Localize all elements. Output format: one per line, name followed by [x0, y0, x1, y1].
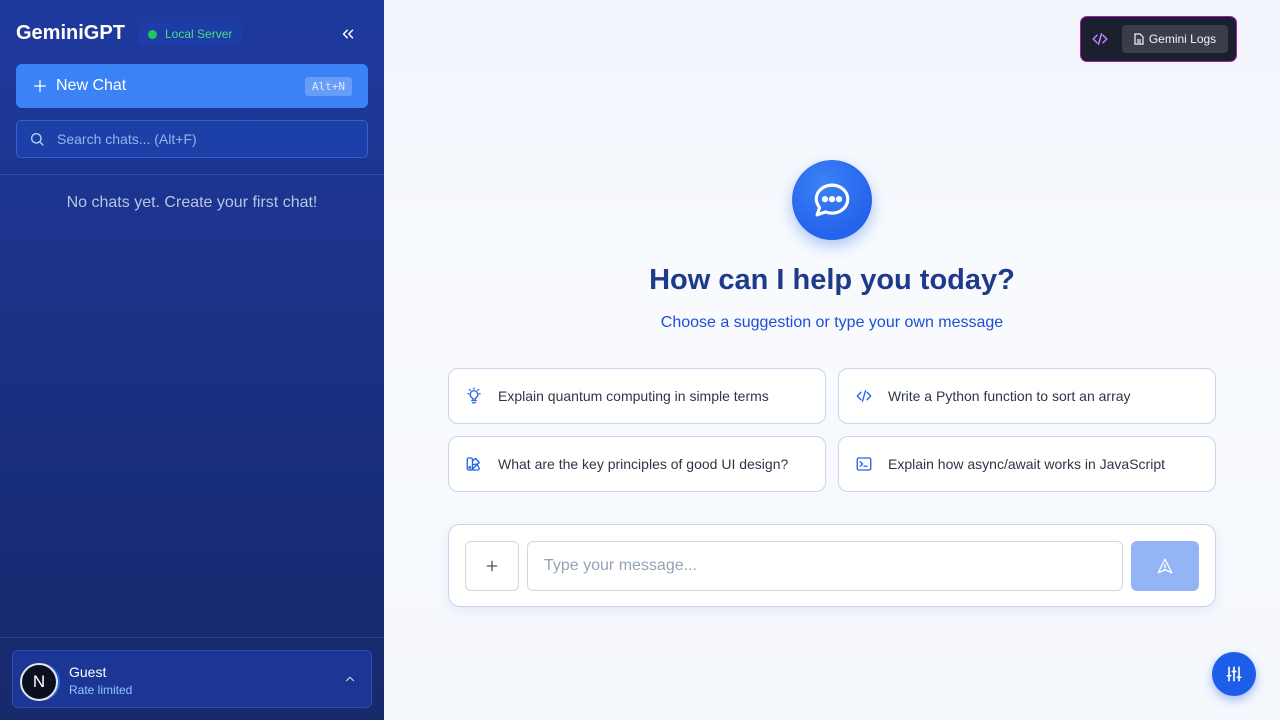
new-chat-label: New Chat	[56, 77, 127, 94]
status-dot-icon	[148, 29, 157, 39]
main-area: Gemini Logs How can I help you today? Ch…	[384, 0, 1280, 720]
settings-button[interactable]	[1212, 652, 1256, 696]
message-composer	[448, 524, 1216, 607]
send-button[interactable]	[1131, 541, 1199, 591]
sidebar-divider	[0, 174, 384, 175]
page-title: How can I help you today?	[649, 264, 1015, 296]
sidebar-footer-divider	[0, 637, 384, 638]
gemini-logs-button[interactable]: Gemini Logs	[1122, 25, 1228, 53]
lightbulb-icon	[465, 387, 483, 405]
suggestion-card[interactable]: Explain quantum computing in simple term…	[448, 368, 826, 424]
message-input[interactable]	[527, 541, 1123, 591]
user-profile-menu[interactable]: N Guest Rate limited	[12, 650, 372, 708]
suggestion-text: What are the key principles of good UI d…	[498, 456, 789, 472]
sliders-icon	[1226, 666, 1242, 682]
collapse-sidebar-button[interactable]	[334, 20, 362, 48]
dev-toolbar: Gemini Logs	[1080, 16, 1237, 62]
plus-icon	[486, 560, 498, 572]
document-icon	[1134, 33, 1144, 45]
attach-button[interactable]	[465, 541, 519, 591]
page-subtitle: Choose a suggestion or type your own mes…	[660, 314, 1004, 331]
search-icon	[29, 131, 45, 147]
suggestion-card[interactable]: Write a Python function to sort an array	[838, 368, 1216, 424]
sidebar-header: GeminiGPT Local Server	[16, 20, 368, 48]
server-status-badge: Local Server	[138, 22, 243, 46]
suggestion-text: Write a Python function to sort an array	[888, 388, 1131, 404]
terminal-icon	[855, 455, 873, 473]
chevron-up-icon	[343, 672, 357, 686]
new-chat-button[interactable]: New Chat Alt+N	[16, 64, 368, 108]
chat-search	[16, 120, 368, 158]
user-name: Guest	[69, 664, 107, 680]
sidebar: GeminiGPT Local Server New Chat Alt+N No…	[0, 0, 384, 720]
suggestion-card[interactable]: What are the key principles of good UI d…	[448, 436, 826, 492]
palette-icon	[465, 455, 483, 473]
new-chat-shortcut: Alt+N	[304, 76, 352, 96]
suggestion-card[interactable]: Explain how async/await works in JavaScr…	[838, 436, 1216, 492]
app-title: GeminiGPT	[16, 22, 125, 44]
suggestion-text: Explain how async/await works in JavaScr…	[888, 456, 1166, 472]
code-icon	[855, 387, 873, 405]
send-icon	[1157, 558, 1173, 574]
plus-icon	[32, 78, 48, 94]
code-icon[interactable]	[1091, 30, 1111, 48]
user-status: Rate limited	[69, 683, 133, 697]
gemini-logs-label: Gemini Logs	[1148, 32, 1217, 46]
suggestion-text: Explain quantum computing in simple term…	[498, 388, 769, 404]
empty-chats-message: No chats yet. Create your first chat!	[66, 194, 318, 211]
server-status-label: Local Server	[165, 27, 233, 41]
chevrons-left-icon	[342, 29, 354, 39]
avatar: N	[20, 663, 58, 701]
chat-bubble-icon	[792, 160, 872, 240]
search-chats-input[interactable]	[57, 131, 355, 147]
